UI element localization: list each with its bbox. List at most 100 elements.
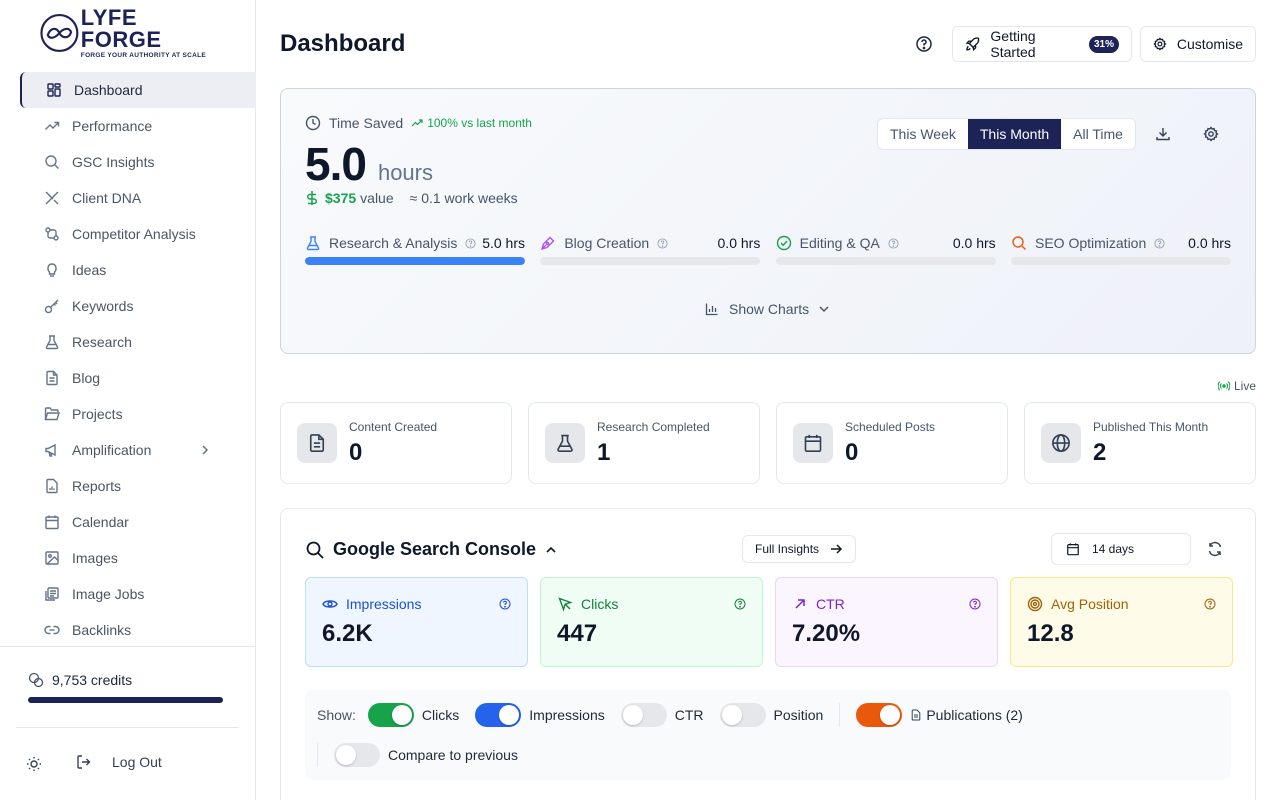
sun-icon[interactable] xyxy=(26,756,42,772)
sidebar: LYFE FORGE FORGE YOUR AUTHORITY AT SCALE… xyxy=(0,0,256,800)
sidebar-item-keywords[interactable]: Keywords xyxy=(20,288,256,324)
time-categories: Research & Analysis 5.0 hrs Blog Creatio… xyxy=(305,235,1231,265)
metric-card-clicks[interactable]: Clicks 447 xyxy=(540,577,763,667)
sidebar-item-research[interactable]: Research xyxy=(20,324,256,360)
period-this-month[interactable]: This Month xyxy=(967,119,1062,149)
sidebar-item-ideas[interactable]: Ideas xyxy=(20,252,256,288)
gsc-header[interactable]: Google Search Console xyxy=(305,539,558,560)
full-insights-label: Full Insights xyxy=(755,542,820,556)
sidebar-item-label: Blog xyxy=(72,370,101,386)
metric-card-impressions[interactable]: Impressions 6.2K xyxy=(305,577,528,667)
help-circle-icon[interactable] xyxy=(499,598,511,610)
toggle-impressions-switch[interactable] xyxy=(475,703,522,727)
help-circle-icon[interactable] xyxy=(888,237,899,249)
clock-icon xyxy=(305,115,321,131)
sidebar-item-projects[interactable]: Projects xyxy=(20,396,256,432)
help-circle-icon[interactable] xyxy=(915,35,933,53)
sidebar-item-label: Research xyxy=(72,334,132,350)
stat-icon-box xyxy=(793,423,833,463)
date-range-label: 14 days xyxy=(1092,542,1135,556)
category-label: Research & Analysis xyxy=(329,235,458,251)
progress-badge: 31% xyxy=(1088,35,1119,53)
help-circle-icon[interactable] xyxy=(1204,598,1216,610)
metric-label: Clicks xyxy=(581,596,619,612)
metric-card-avg-position[interactable]: Avg Position 12.8 xyxy=(1010,577,1233,667)
sidebar-item-gsc-insights[interactable]: GSC Insights xyxy=(20,144,256,180)
chevron-right-icon[interactable] xyxy=(198,443,212,457)
category-value: 5.0 hrs xyxy=(482,235,525,251)
download-icon[interactable] xyxy=(1155,126,1171,142)
sidebar-item-label: Backlinks xyxy=(72,622,132,638)
period-this-week[interactable]: This Week xyxy=(878,119,968,149)
time-saved-subtext: $375 value ≈ 0.1 work weeks xyxy=(305,190,518,206)
show-charts-button[interactable]: Show Charts xyxy=(705,301,831,317)
brand-logo[interactable]: LYFE FORGE FORGE YOUR AUTHORITY AT SCALE xyxy=(40,7,220,59)
sidebar-item-label: Keywords xyxy=(72,298,134,314)
period-selector: This Week This Month All Time xyxy=(877,118,1136,150)
customise-button[interactable]: Customise xyxy=(1140,26,1256,62)
credits-progress-fill xyxy=(28,697,223,703)
help-circle-icon[interactable] xyxy=(734,598,746,610)
sidebar-item-backlinks[interactable]: Backlinks xyxy=(20,612,256,648)
switch-knob xyxy=(622,705,643,725)
metric-card-ctr[interactable]: CTR 7.20% xyxy=(775,577,998,667)
flask-icon xyxy=(45,335,59,350)
logout-button[interactable]: Log Out xyxy=(76,754,162,770)
sidebar-item-competitor-analysis[interactable]: Competitor Analysis xyxy=(20,216,256,252)
getting-started-label: Getting Started xyxy=(990,28,1036,60)
period-all-time[interactable]: All Time xyxy=(1061,119,1135,149)
eye-icon xyxy=(322,600,338,608)
switch-knob xyxy=(499,705,520,725)
link-icon xyxy=(44,625,60,635)
search-icon xyxy=(1012,236,1026,250)
getting-started-button[interactable]: Getting Started 31% xyxy=(952,26,1132,62)
cursor-icon xyxy=(558,597,573,612)
toggle-compare-switch[interactable] xyxy=(334,743,380,767)
stat-card-content-created[interactable]: Content Created 0 xyxy=(280,402,512,484)
category-progress-bar xyxy=(1010,257,1231,265)
sidebar-item-calendar[interactable]: Calendar xyxy=(20,504,256,540)
document-icon xyxy=(309,434,325,452)
sidebar-item-reports[interactable]: Reports xyxy=(20,468,256,504)
sidebar-item-blog[interactable]: Blog xyxy=(20,360,256,396)
toggle-clicks-switch[interactable] xyxy=(367,703,414,727)
show-label: Show: xyxy=(317,707,356,723)
sidebar-item-client-dna[interactable]: Client DNA xyxy=(20,180,256,216)
gsc-panel: Google Search Console Full Insights 14 d… xyxy=(280,508,1256,800)
chart-series-toggles: Show: Clicks Impressions CTR Position Pu… xyxy=(305,690,1231,780)
toggle-publications-switch[interactable] xyxy=(856,703,903,727)
refresh-icon[interactable] xyxy=(1207,541,1223,557)
sidebar-item-label: Projects xyxy=(72,406,123,422)
sidebar-item-performance[interactable]: Performance xyxy=(20,108,256,144)
category-progress-bar xyxy=(775,257,996,265)
sidebar-item-image-jobs[interactable]: Image Jobs xyxy=(20,576,256,612)
sidebar-item-label: Amplification xyxy=(72,442,152,458)
stat-icon-box xyxy=(1041,423,1081,463)
toggle-ctr-switch[interactable] xyxy=(620,703,667,727)
category-progress-bar xyxy=(305,257,525,265)
stat-card-scheduled-posts[interactable]: Scheduled Posts 0 xyxy=(776,402,1008,484)
pen-icon xyxy=(541,236,555,251)
help-circle-icon[interactable] xyxy=(657,237,668,249)
sidebar-item-label: Competitor Analysis xyxy=(72,226,196,242)
customise-label: Customise xyxy=(1176,36,1243,52)
category-value: 0.0 hrs xyxy=(1188,235,1231,251)
toggle-position-switch[interactable] xyxy=(719,703,766,727)
help-circle-icon[interactable] xyxy=(969,598,981,610)
category-research: Research & Analysis 5.0 hrs xyxy=(305,235,525,265)
stat-card-published-this-month[interactable]: Published This Month 2 xyxy=(1024,402,1256,484)
stat-label: Scheduled Posts xyxy=(845,420,936,434)
help-circle-icon[interactable] xyxy=(465,237,476,249)
help-circle-icon[interactable] xyxy=(1154,237,1165,249)
date-range-select[interactable]: 14 days xyxy=(1051,533,1191,565)
sidebar-item-amplification[interactable]: Amplification xyxy=(20,432,256,468)
logout-icon xyxy=(77,755,91,769)
sidebar-item-label: Images xyxy=(72,550,118,566)
sidebar-item-images[interactable]: Images xyxy=(20,540,256,576)
sidebar-item-dashboard[interactable]: Dashboard xyxy=(20,72,256,108)
full-insights-button[interactable]: Full Insights xyxy=(742,535,857,563)
sidebar-nav: Dashboard Performance GSC Insights Clien… xyxy=(20,72,256,648)
stat-card-research-completed[interactable]: Research Completed 1 xyxy=(528,402,760,484)
network-icon xyxy=(45,227,59,241)
settings-gear-icon[interactable] xyxy=(1203,126,1219,142)
